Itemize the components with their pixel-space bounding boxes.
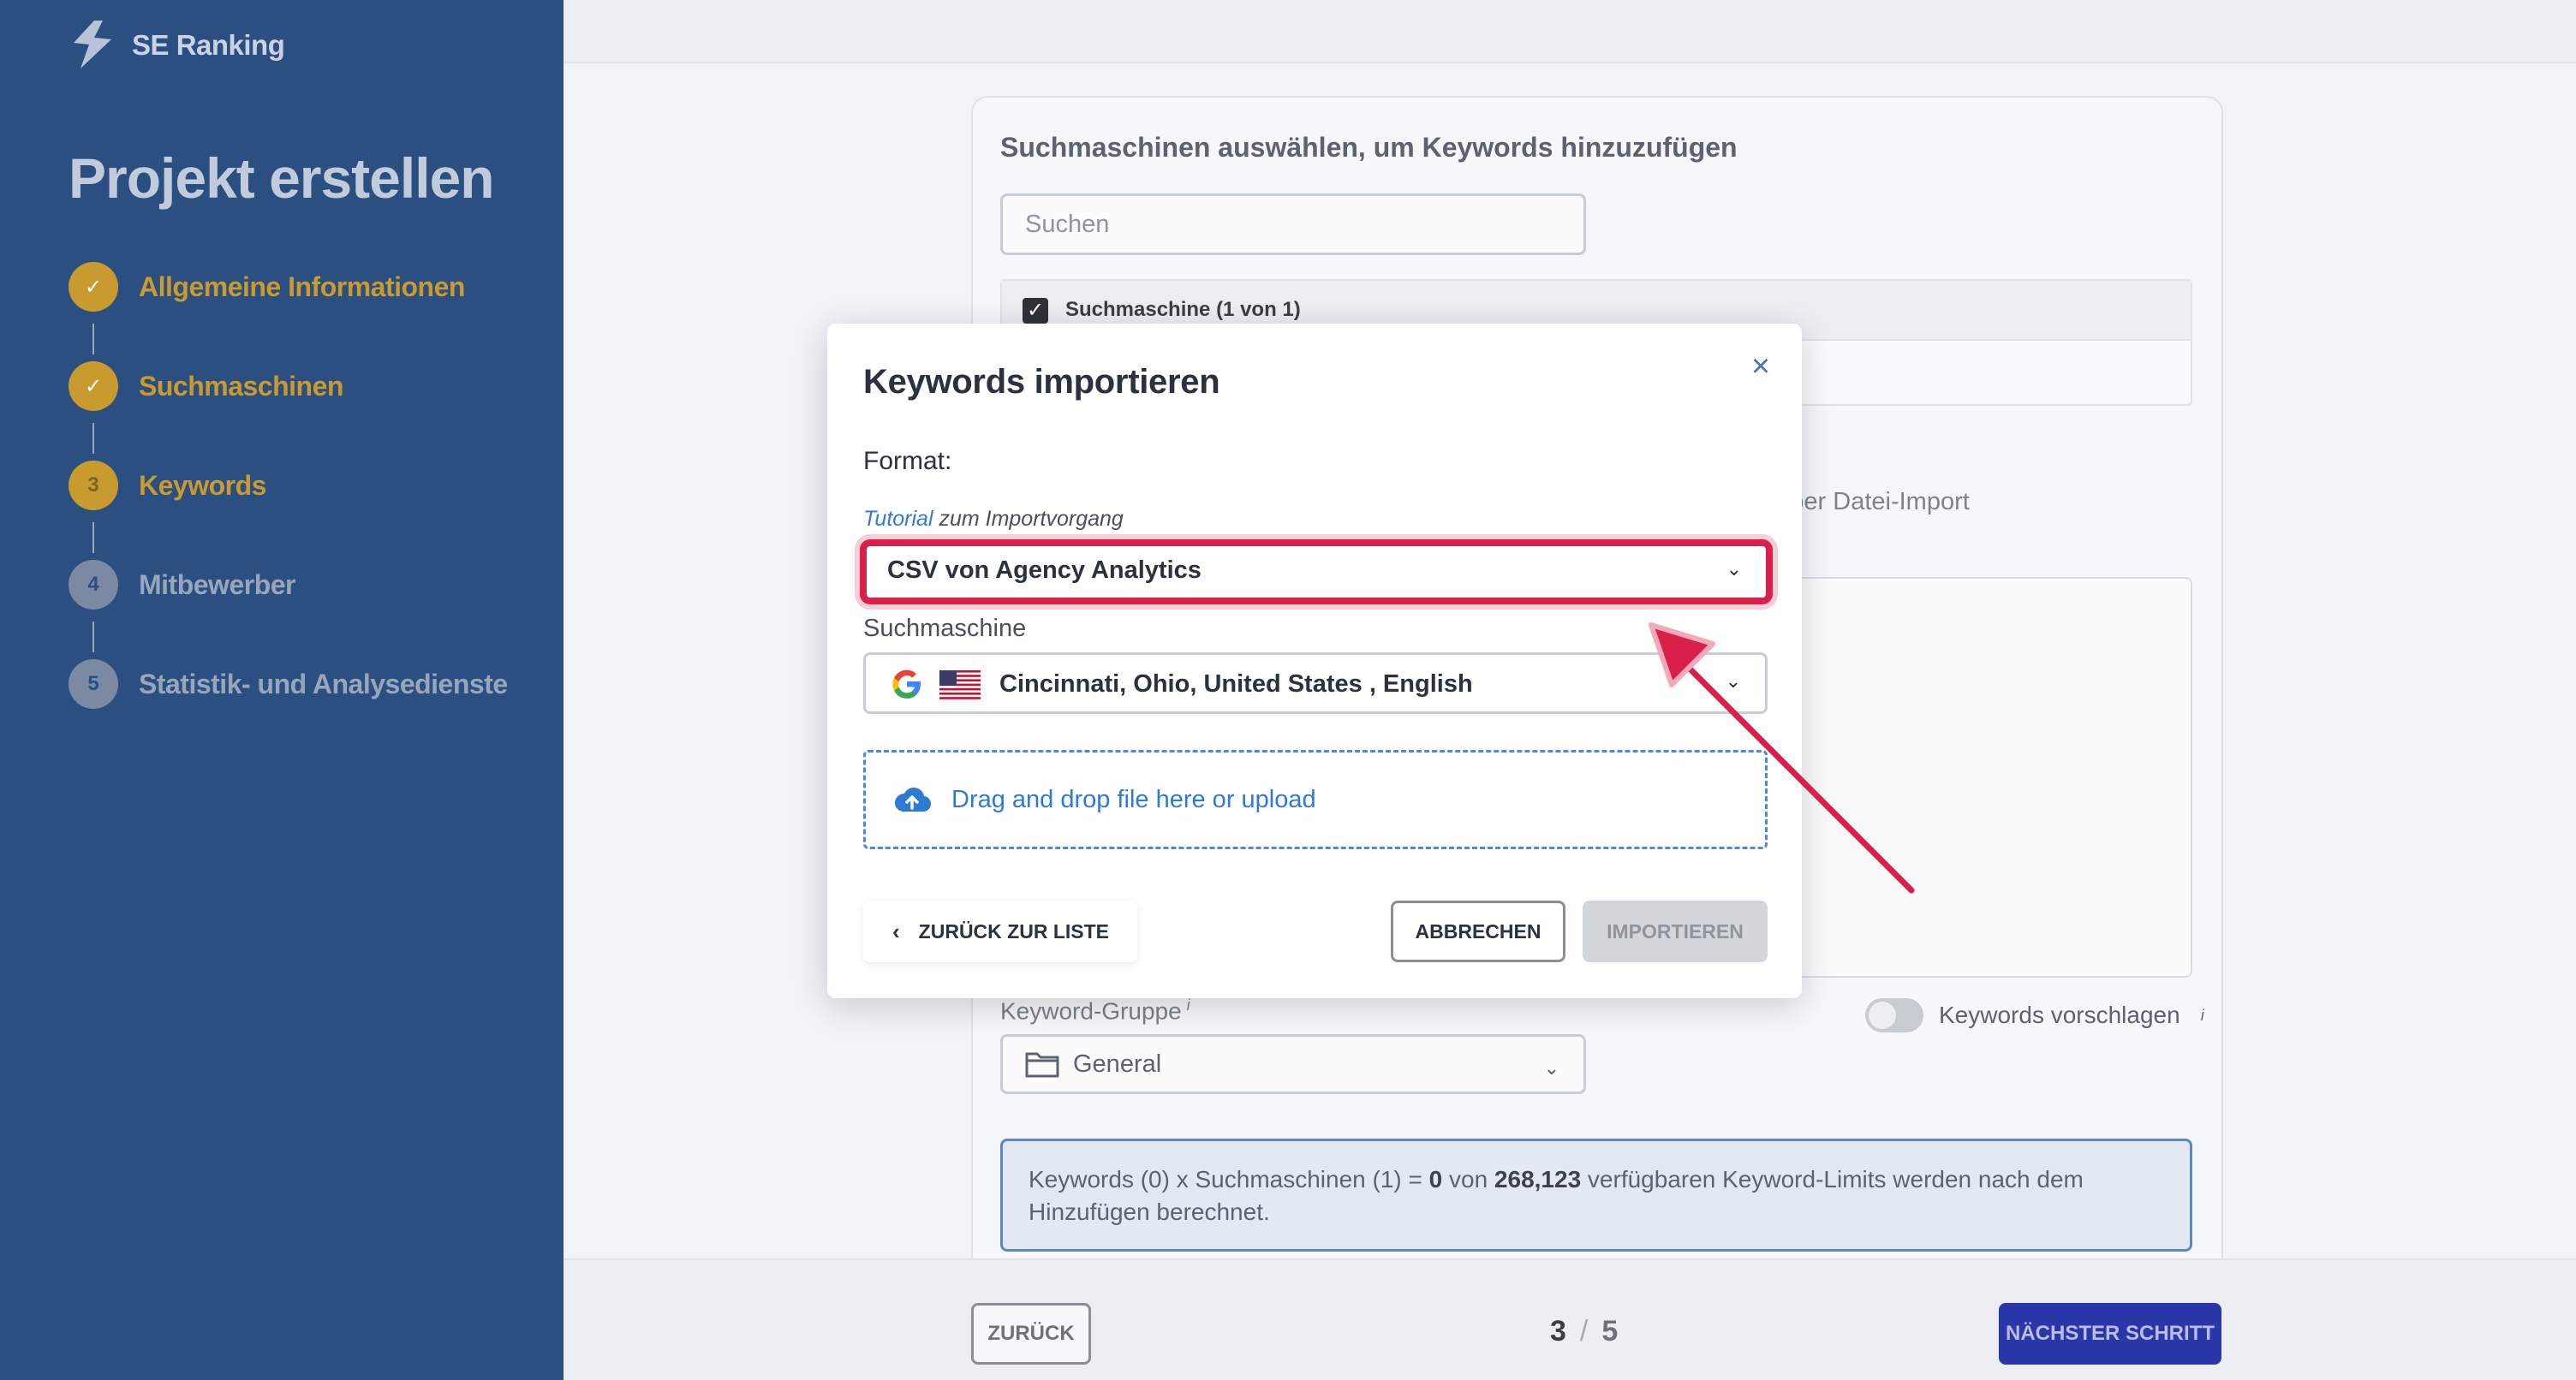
step-search-engines[interactable]: ✓ Suchmaschinen <box>69 361 508 461</box>
format-select[interactable]: CSV von Agency Analytics ⌄ <box>860 539 1773 604</box>
wizard-steps: ✓ Allgemeine Informationen ✓ Suchmaschin… <box>69 262 508 758</box>
folder-icon <box>1025 1052 1059 1078</box>
select-all-checkbox[interactable]: ✓ <box>1023 298 1048 324</box>
step-competitors[interactable]: 4 Mitbewerber <box>69 560 508 659</box>
chevron-down-icon: ⌄ <box>1726 558 1742 580</box>
step-analytics[interactable]: 5 Statistik- und Analysedienste <box>69 659 508 758</box>
tutorial-rest: zum Importvorgang <box>933 507 1124 531</box>
check-icon: ✓ <box>69 361 118 411</box>
step-number: 3 <box>69 461 118 510</box>
suggest-keywords: Keywords vorschlagen i <box>1865 998 2204 1032</box>
modal-title: Keywords importieren <box>863 363 1220 401</box>
step-label: Suchmaschinen <box>139 371 343 402</box>
cancel-button[interactable]: ABBRECHEN <box>1391 901 1565 962</box>
keyword-group-label-text: Keyword-Gruppe <box>1000 997 1182 1025</box>
keyword-group-value: General <box>1073 1050 1162 1078</box>
step-number: 4 <box>69 560 118 610</box>
pager-separator: / <box>1579 1315 1589 1347</box>
step-connector <box>92 522 94 553</box>
engine-select-value: Cincinnati, Ohio, United States , Englis… <box>999 670 1473 698</box>
keyword-group-label: Keyword-Gruppe i <box>1000 996 1190 1025</box>
step-connector <box>92 324 94 354</box>
upload-cloud-icon <box>895 788 931 812</box>
chevron-down-icon: ⌄ <box>1725 670 1741 692</box>
engine-table-header-label: Suchmaschine (1 von 1) <box>1065 298 1301 321</box>
back-to-list-button[interactable]: ‹ ZURÜCK ZUR LISTE <box>863 901 1137 962</box>
step-connector <box>92 423 94 454</box>
import-button[interactable]: IMPORTIEREN <box>1583 901 1768 962</box>
limit-info-box: Keywords (0) x Suchmaschinen (1) = 0 von… <box>1000 1139 2192 1252</box>
close-icon[interactable]: × <box>1744 349 1778 384</box>
import-keywords-modal: Keywords importieren × Format: Tutorial … <box>827 324 1802 998</box>
dropzone-text: Drag and drop file here or upload <box>951 785 1316 813</box>
pager-total: 5 <box>1601 1315 1619 1347</box>
google-icon <box>892 669 921 699</box>
back-button[interactable]: ZURÜCK <box>971 1303 1091 1365</box>
step-label: Allgemeine Informationen <box>139 271 465 302</box>
info-prefix: Keywords (0) x Suchmaschinen (1) = <box>1029 1166 1429 1193</box>
step-general-info[interactable]: ✓ Allgemeine Informationen <box>69 262 508 361</box>
check-icon: ✓ <box>69 262 118 312</box>
logo-icon <box>74 21 111 68</box>
step-label: Statistik- und Analysedienste <box>139 669 508 699</box>
us-flag-icon <box>939 670 981 699</box>
sidebar-title: Projekt erstellen <box>69 146 495 210</box>
info-icon[interactable]: i <box>1187 996 1190 1014</box>
step-number: 5 <box>69 659 118 709</box>
keyword-group-select[interactable]: General ⌄ <box>1000 1034 1586 1094</box>
app-name: SE Ranking <box>132 29 285 61</box>
back-to-list-label: ZURÜCK ZUR LISTE <box>918 919 1109 943</box>
info-limit: 268,123 <box>1494 1166 1582 1193</box>
search-input[interactable]: Suchen <box>1000 193 1586 255</box>
chevron-left-icon: ‹ <box>892 918 900 944</box>
sidebar: SE Ranking Projekt erstellen ✓ Allgemein… <box>0 0 564 1380</box>
step-connector <box>92 622 94 652</box>
step-pager: 3 / 5 <box>1550 1315 1618 1348</box>
info-zero: 0 <box>1428 1166 1443 1193</box>
format-label: Format: <box>863 447 952 475</box>
tutorial-link[interactable]: Tutorial <box>863 507 933 531</box>
step-keywords[interactable]: 3 Keywords <box>69 461 508 560</box>
tutorial-text: Tutorial zum Importvorgang <box>863 507 1124 532</box>
format-select-value: CSV von Agency Analytics <box>887 556 1202 584</box>
info-mid: von <box>1442 1166 1494 1193</box>
step-label: Keywords <box>139 470 266 501</box>
suggest-keywords-label: Keywords vorschlagen <box>1939 1002 2180 1028</box>
chevron-down-icon: ⌄ <box>1543 1057 1559 1079</box>
engine-select[interactable]: Cincinnati, Ohio, United States , Englis… <box>863 652 1768 714</box>
step-label: Mitbewerber <box>139 569 295 600</box>
info-icon[interactable]: i <box>2201 1007 2204 1025</box>
next-step-button[interactable]: NÄCHSTER SCHRITT <box>1999 1303 2221 1365</box>
engine-label: Suchmaschine <box>863 615 1027 642</box>
logo[interactable]: SE Ranking <box>69 19 285 72</box>
suggest-keywords-toggle[interactable] <box>1865 998 1923 1032</box>
file-dropzone[interactable]: Drag and drop file here or upload <box>863 750 1768 849</box>
section-heading: Suchmaschinen auswählen, um Keywords hin… <box>1000 132 1738 163</box>
top-bar <box>564 0 2576 63</box>
pager-current: 3 <box>1550 1315 1566 1347</box>
